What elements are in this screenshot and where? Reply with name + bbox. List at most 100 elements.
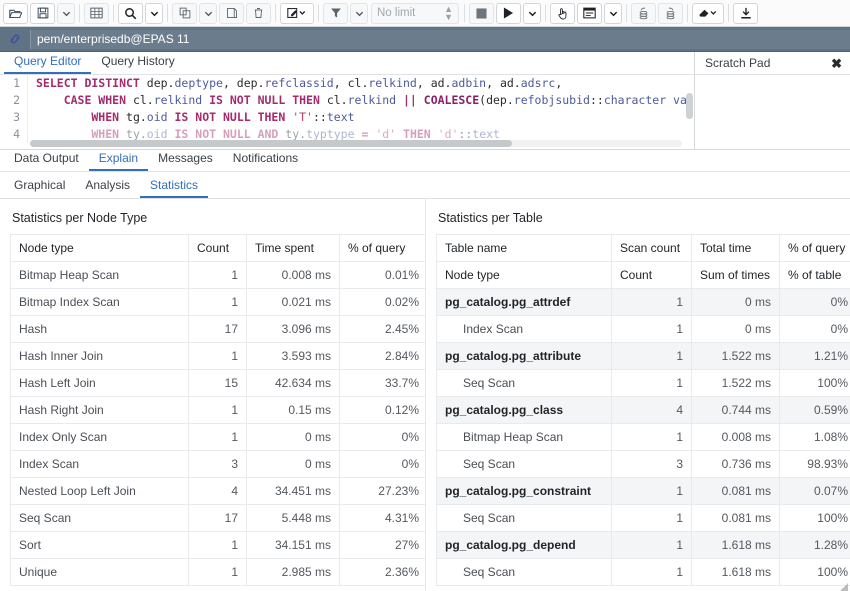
time-cell: 1.522 ms: [691, 369, 780, 397]
count-cell: 1: [188, 531, 247, 559]
line-content: CASE WHEN cl.relkind IS NOT NULL THEN cl…: [36, 93, 687, 107]
table-row[interactable]: Sort 1 34.151 ms 27%: [10, 531, 425, 559]
toolbar-separator: [545, 4, 546, 22]
tab-messages[interactable]: Messages: [148, 150, 223, 171]
execute-dropdown-caret-icon[interactable]: [523, 2, 541, 24]
table-group-row[interactable]: pg_catalog.pg_constraint 1 0.081 ms 0.07%: [436, 477, 850, 505]
tab-query-editor[interactable]: Query Editor: [4, 52, 92, 74]
pct-cell: 0%: [779, 288, 850, 316]
time-spent-cell: 42.634 ms: [246, 369, 340, 397]
connection-title[interactable]: pem/enterprisedb@EPAS 11: [30, 29, 850, 49]
pct-cell: 100%: [779, 369, 850, 397]
col-node-type[interactable]: Node type: [10, 234, 189, 262]
table-node-row[interactable]: Index Scan 1 0 ms 0%: [436, 315, 850, 343]
filter-dropdown-caret-icon[interactable]: [350, 2, 368, 24]
table-row[interactable]: Nested Loop Left Join 4 34.451 ms 27.23%: [10, 477, 425, 505]
rollback-icon[interactable]: [658, 2, 683, 24]
tab-statistics[interactable]: Statistics: [140, 177, 209, 198]
find-dropdown-caret-icon[interactable]: [145, 2, 163, 24]
table-row[interactable]: Hash Inner Join 1 3.593 ms 2.84%: [10, 342, 425, 370]
execute-play-icon[interactable]: [496, 2, 521, 24]
copy-icon[interactable]: [172, 2, 197, 24]
table-stats-title: Statistics per Table: [438, 211, 543, 225]
main-toolbar: No limit ▲ ▼: [0, 0, 850, 27]
edit-icon[interactable]: [280, 2, 314, 24]
close-icon[interactable]: ✖: [831, 57, 842, 70]
resize-grip-icon[interactable]: [839, 583, 848, 591]
table-group-row[interactable]: pg_catalog.pg_class 4 0.744 ms 0.59%: [436, 396, 850, 424]
col-scan-count[interactable]: Scan count: [611, 234, 692, 262]
explain-dropdown-caret-icon[interactable]: [604, 2, 622, 24]
explain-window-icon[interactable]: [577, 2, 602, 24]
count-cell: 4: [611, 396, 692, 424]
table-row[interactable]: Bitmap Heap Scan 1 0.008 ms 0.01%: [10, 261, 425, 289]
table-group-row[interactable]: pg_catalog.pg_attrdef 1 0 ms 0%: [436, 288, 850, 316]
col-node-type[interactable]: Node type: [436, 261, 612, 289]
table-row[interactable]: Index Only Scan 1 0 ms 0%: [10, 423, 425, 451]
save-dropdown-caret-icon[interactable]: [57, 2, 75, 24]
col-total-time[interactable]: Total time: [691, 234, 780, 262]
row-limit-input[interactable]: No limit ▲ ▼: [371, 2, 459, 24]
sql-code-area[interactable]: 1 SELECT DISTINCT dep.deptype, dep.refcl…: [0, 75, 694, 149]
row-limit-stepper-icon[interactable]: ▲ ▼: [444, 5, 453, 22]
scratch-pad-textarea[interactable]: [695, 75, 850, 149]
table-node-row[interactable]: Bitmap Heap Scan 1 0.008 ms 1.08%: [436, 423, 850, 451]
time-cell: 0.008 ms: [691, 423, 780, 451]
stop-icon[interactable]: [469, 2, 494, 24]
table-node-row[interactable]: Seq Scan 1 1.522 ms 100%: [436, 369, 850, 397]
filter-icon[interactable]: [323, 2, 348, 24]
explain-hand-icon[interactable]: [550, 2, 575, 24]
table-node-row[interactable]: Seq Scan 3 0.736 ms 98.93%: [436, 450, 850, 478]
tab-explain[interactable]: Explain: [88, 150, 149, 171]
open-file-icon[interactable]: [3, 2, 28, 24]
time-spent-cell: 0.008 ms: [246, 261, 340, 289]
col-time-spent[interactable]: Time spent: [246, 234, 340, 262]
tab-query-history[interactable]: Query History: [91, 52, 184, 74]
table-group-row[interactable]: pg_catalog.pg_attribute 1 1.522 ms 1.21%: [436, 342, 850, 370]
line-number: 4: [0, 126, 28, 143]
col-pct-of-query[interactable]: % of query: [339, 234, 425, 262]
link-icon: [0, 32, 30, 46]
tab-graphical[interactable]: Graphical: [4, 177, 75, 198]
table-row[interactable]: Seq Scan 17 5.448 ms 4.31%: [10, 504, 425, 532]
search-icon[interactable]: [118, 2, 143, 24]
table-row[interactable]: Index Scan 3 0 ms 0%: [10, 450, 425, 478]
table-row[interactable]: Hash 17 3.096 ms 2.45%: [10, 315, 425, 343]
col-count[interactable]: Count: [188, 234, 247, 262]
col-pct-of-table[interactable]: % of table: [779, 261, 850, 289]
col-pct-of-query[interactable]: % of query: [779, 234, 850, 262]
col-count[interactable]: Count: [611, 261, 692, 289]
count-cell: 1: [611, 423, 692, 451]
time-cell: 1.522 ms: [691, 342, 780, 370]
table-row[interactable]: Unique 1 2.985 ms 2.36%: [10, 558, 425, 586]
count-cell: 17: [188, 315, 247, 343]
table-group-row[interactable]: pg_catalog.pg_depend 1 1.618 ms 1.28%: [436, 531, 850, 559]
table-row[interactable]: Hash Left Join 15 42.634 ms 33.7%: [10, 369, 425, 397]
line-content: WHEN tg.oid IS NOT NULL THEN 'T'::text: [36, 110, 355, 124]
editor-vertical-scrollbar[interactable]: [686, 93, 693, 149]
node-type-cell: Hash Left Join: [10, 369, 189, 397]
edit-grid-icon[interactable]: [84, 2, 109, 24]
eraser-icon[interactable]: [692, 2, 724, 24]
time-spent-cell: 0.021 ms: [246, 288, 340, 316]
table-row[interactable]: Hash Right Join 1 0.15 ms 0.12%: [10, 396, 425, 424]
col-table-name[interactable]: Table name: [436, 234, 612, 262]
delete-icon[interactable]: [246, 2, 271, 24]
paste-icon[interactable]: [219, 2, 244, 24]
copy-dropdown-caret-icon[interactable]: [199, 2, 217, 24]
download-icon[interactable]: [733, 2, 758, 24]
time-spent-cell: 0 ms: [246, 423, 340, 451]
save-file-icon[interactable]: [30, 2, 55, 24]
editor-horizontal-scrollbar[interactable]: [30, 140, 682, 147]
time-spent-cell: 0.15 ms: [246, 396, 340, 424]
table-node-row[interactable]: Seq Scan 1 1.618 ms 100%: [436, 558, 850, 586]
col-sum-of-times[interactable]: Sum of times: [691, 261, 780, 289]
table-node-row[interactable]: Seq Scan 1 0.081 ms 100%: [436, 504, 850, 532]
tab-data-output[interactable]: Data Output: [4, 150, 89, 171]
table-row[interactable]: Bitmap Index Scan 1 0.021 ms 0.02%: [10, 288, 425, 316]
commit-icon[interactable]: [631, 2, 656, 24]
tab-notifications[interactable]: Notifications: [223, 150, 308, 171]
pct-cell: 2.84%: [339, 342, 425, 370]
tab-analysis[interactable]: Analysis: [75, 177, 140, 198]
node-type-cell: Seq Scan: [436, 504, 612, 532]
